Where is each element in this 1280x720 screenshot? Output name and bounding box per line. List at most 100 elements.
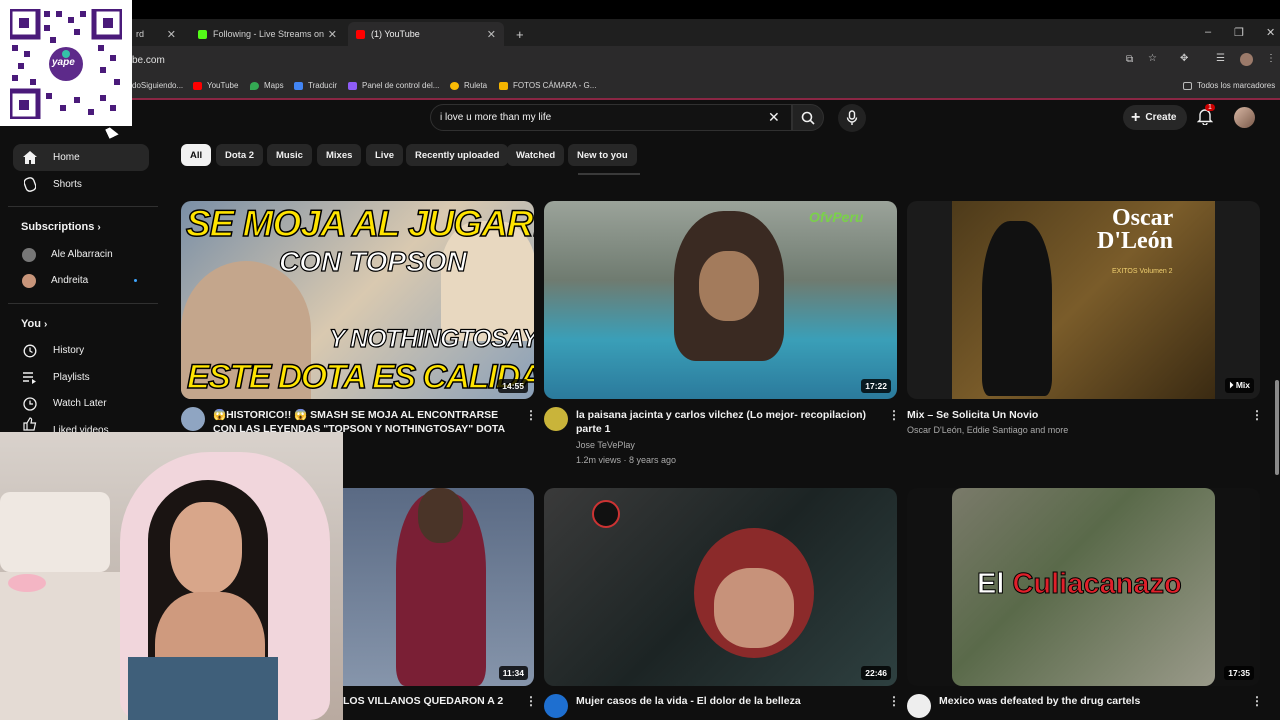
close-tab-icon[interactable]: ✕ <box>167 28 176 41</box>
tab-youtube[interactable]: (1) YouTube ✕ <box>348 22 504 46</box>
extensions-icon[interactable]: ✥ <box>1180 53 1188 64</box>
video-title[interactable]: Mujer casos de la vida - El dolor de la … <box>576 694 876 708</box>
chip-mixes[interactable]: Mixes <box>317 144 362 166</box>
bookmark-ruleta[interactable]: Ruleta <box>450 81 487 90</box>
more-options-icon[interactable]: ⋮ <box>888 694 900 708</box>
home-icon <box>22 151 38 165</box>
video-thumbnail-2[interactable]: OfvPeru 17:22 <box>544 201 897 399</box>
bookmark-fotos[interactable]: FOTOS CÁMARA - G... <box>499 81 596 90</box>
channel-avatar[interactable] <box>907 694 931 718</box>
sidebar-item-shorts[interactable]: Shorts <box>13 171 149 198</box>
more-options-icon[interactable]: ⋮ <box>525 694 537 708</box>
notifications-button[interactable]: 1 <box>1196 104 1215 130</box>
chip-live[interactable]: Live <box>366 144 404 166</box>
bookmark-panel[interactable]: Panel de control del... <box>348 81 439 90</box>
sidebar-item-playlists[interactable]: Playlists <box>13 364 149 391</box>
webcam-top <box>128 657 278 720</box>
chip-all[interactable]: All <box>181 144 212 166</box>
media-icon[interactable]: ☰ <box>1216 53 1225 64</box>
thumbnail-text: CON TOPSON <box>278 245 467 277</box>
video-duration: 17:22 <box>861 379 891 393</box>
tab-kick[interactable]: Following - Live Streams on Kic ✕ <box>190 22 345 46</box>
video-thumbnail-5[interactable]: 22:46 <box>544 488 897 686</box>
minimize-icon[interactable]: – <box>1205 26 1211 38</box>
clear-search-icon[interactable]: ✕ <box>768 109 780 126</box>
sidebar-divider <box>8 303 158 304</box>
webcam-bed <box>0 572 140 720</box>
tab-kick-label: Following - Live Streams on Kic <box>213 29 325 39</box>
account-avatar[interactable] <box>1234 107 1255 128</box>
channel-avatar[interactable] <box>544 694 568 718</box>
channel-avatar[interactable] <box>181 407 205 431</box>
star-icon[interactable]: ☆ <box>1148 53 1157 64</box>
chip-new-to-you[interactable]: New to you <box>568 144 637 166</box>
video-title[interactable]: Mexico was defeated by the drug cartels <box>939 694 1239 708</box>
video-thumbnail-3[interactable]: Oscar D'León EXITOS Volumen 2 ⏵ Mix <box>907 201 1260 399</box>
chip-watched[interactable]: Watched <box>507 144 565 166</box>
chip-music[interactable]: Music <box>267 144 312 166</box>
tab-1[interactable]: rd ✕ <box>128 22 184 46</box>
video-duration: 22:46 <box>861 666 891 680</box>
sidebar-item-watch-later[interactable]: Watch Later <box>13 390 149 417</box>
all-bookmarks[interactable]: Todos los marcadores <box>1183 81 1275 90</box>
bookmark-youtube[interactable]: YouTube <box>193 81 238 90</box>
more-options-icon[interactable]: ⋮ <box>1251 694 1263 708</box>
thumbnail-text: El Culiacanazo <box>976 568 1182 601</box>
chip-recently-uploaded[interactable]: Recently uploaded <box>406 144 509 166</box>
channel-name[interactable]: Oscar D'León, Eddie Santiago and more <box>907 425 1068 435</box>
mouse-cursor-icon <box>105 125 119 139</box>
channel-name[interactable]: Jose TeVePlay <box>576 440 635 450</box>
install-icon[interactable]: ⧉ <box>1126 54 1133 65</box>
sidebar-item-history[interactable]: History <box>13 337 149 364</box>
chip-dota2[interactable]: Dota 2 <box>216 144 264 166</box>
video-title[interactable]: LOS VILLANOS QUEDARON A 2 <box>343 694 523 708</box>
sidebar-divider <box>8 206 158 207</box>
bookmark-1[interactable]: doSiguiendo... <box>132 81 183 90</box>
video-title[interactable]: Mix – Se Solicita Un Novio <box>907 408 1237 422</box>
bookmark-maps[interactable]: Maps <box>250 81 284 90</box>
chevron-right-icon: › <box>44 319 48 330</box>
video-title[interactable]: la paisana jacinta y carlos vilchez (Lo … <box>576 408 884 436</box>
scrollbar-thumb[interactable] <box>1275 380 1279 475</box>
sidebar-item-home[interactable]: Home <box>13 144 149 171</box>
youtube-icon <box>193 81 202 90</box>
bookmarks-bar: doSiguiendo... YouTube Maps Traducir Pan… <box>0 75 1280 100</box>
url-text[interactable]: be.com <box>132 55 165 66</box>
video-thumbnail-6[interactable]: El Culiacanazo 17:35 <box>907 488 1260 686</box>
search-button[interactable] <box>792 104 824 131</box>
webcam-object <box>8 574 46 592</box>
panel-icon <box>348 81 357 90</box>
webcam-overlay <box>0 432 343 720</box>
thumbnail-text: Y NOTHINGTOSAY <box>328 324 534 353</box>
sidebar-label: Watch Later <box>53 398 107 409</box>
more-options-icon[interactable]: ⋮ <box>525 408 537 422</box>
create-button[interactable]: + Create <box>1123 105 1187 130</box>
sidebar-item-liked[interactable]: Liked videos <box>13 417 149 433</box>
more-options-icon[interactable]: ⋮ <box>888 408 900 422</box>
subscriptions-header[interactable]: Subscriptions › <box>21 221 101 233</box>
translate-icon <box>294 81 303 90</box>
more-options-icon[interactable]: ⋮ <box>1251 408 1263 422</box>
you-header[interactable]: You › <box>21 318 47 330</box>
video-thumbnail-1[interactable]: SE MOJA AL JUGAR!! CON TOPSON Y NOTHINGT… <box>181 201 534 399</box>
subscription-ale[interactable]: Ale Albarracin <box>13 241 149 268</box>
youtube-icon <box>356 29 365 39</box>
bookmark-translate[interactable]: Traducir <box>294 81 337 90</box>
search-input[interactable]: i love u more than my life <box>440 112 551 123</box>
tab-bar: rd ✕ Following - Live Streams on Kic ✕ (… <box>0 19 1280 46</box>
close-tab-icon[interactable]: ✕ <box>487 28 496 41</box>
voice-search-button[interactable] <box>838 104 866 132</box>
profile-avatar[interactable] <box>1240 53 1253 66</box>
search-box[interactable]: i love u more than my life ✕ <box>430 104 792 131</box>
microphone-icon <box>846 110 858 125</box>
clock-icon <box>22 396 38 411</box>
close-tab-icon[interactable]: ✕ <box>328 28 337 41</box>
close-window-icon[interactable]: ✕ <box>1266 26 1275 39</box>
restore-icon[interactable]: ❐ <box>1234 26 1244 39</box>
menu-icon[interactable]: ⋮ <box>1266 53 1276 64</box>
bookmark-label: FOTOS CÁMARA - G... <box>513 81 597 90</box>
channel-avatar[interactable] <box>544 407 568 431</box>
thumbnail-text: ESTE DOTA ES CALIDAD <box>186 357 534 397</box>
new-tab-button[interactable]: + <box>508 22 528 46</box>
subscription-andreita[interactable]: Andreita <box>13 267 149 294</box>
